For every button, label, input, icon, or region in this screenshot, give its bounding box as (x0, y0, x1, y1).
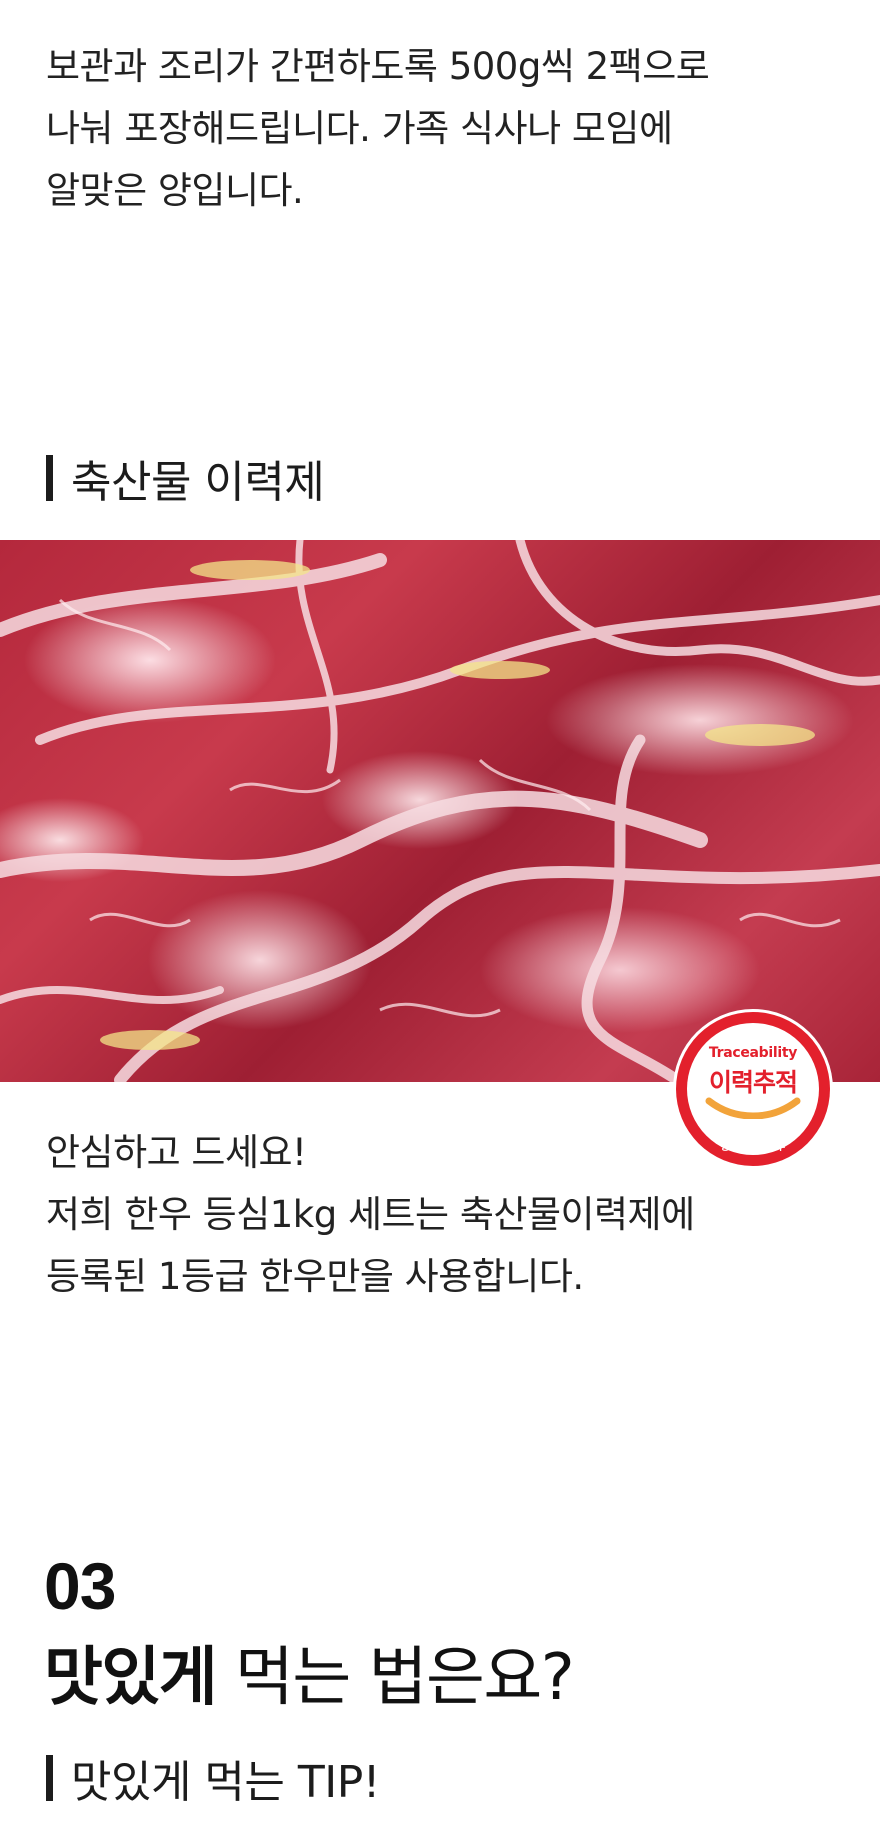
section-heading-text: 맛있게 먹는 TIP! (71, 1757, 380, 1808)
step-title: 맛있게 먹는 법은요? (44, 1626, 575, 1718)
section-heading-traceability: 축산물 이력제 (46, 446, 325, 510)
step-number: 03 (44, 1549, 116, 1623)
traceability-line: 등록된 1등급 한우만을 사용합니다. (46, 1255, 584, 1298)
traceability-line: 저희 한우 등심1kg 세트는 축산물이력제에 (46, 1193, 695, 1236)
heading-bar (46, 1755, 53, 1801)
traceability-line: 안심하고 드세요! (46, 1131, 307, 1174)
intro-line: 보관과 조리가 간편하도록 500g씩 2팩으로 (46, 45, 710, 88)
raw-beef-photo (0, 540, 880, 1082)
badge-english-text: Traceability (708, 1045, 798, 1061)
intro-line: 나눠 포장해드립니다. 가족 식사나 모임에 (46, 107, 673, 150)
section-heading-text: 축산물 이력제 (71, 457, 325, 508)
intro-paragraph: 보관과 조리가 간편하도록 500g씩 2팩으로 나눠 포장해드립니다. 가족 … (46, 36, 846, 222)
marbling-pattern (0, 540, 880, 1082)
badge-swoosh-icon (705, 1097, 801, 1119)
section-heading-tip: 맛있게 먹는 TIP! (46, 1746, 380, 1810)
heading-bar (46, 455, 53, 501)
traceability-paragraph: 안심하고 드세요! 저희 한우 등심1kg 세트는 축산물이력제에 등록된 1등… (46, 1122, 846, 1308)
intro-line: 알맞은 양입니다. (46, 169, 304, 212)
badge-korean-text: 이력추적 (708, 1068, 798, 1097)
step-title-rest: 먹는 법은요? (216, 1641, 575, 1715)
step-title-bold: 맛있게 (44, 1641, 218, 1715)
